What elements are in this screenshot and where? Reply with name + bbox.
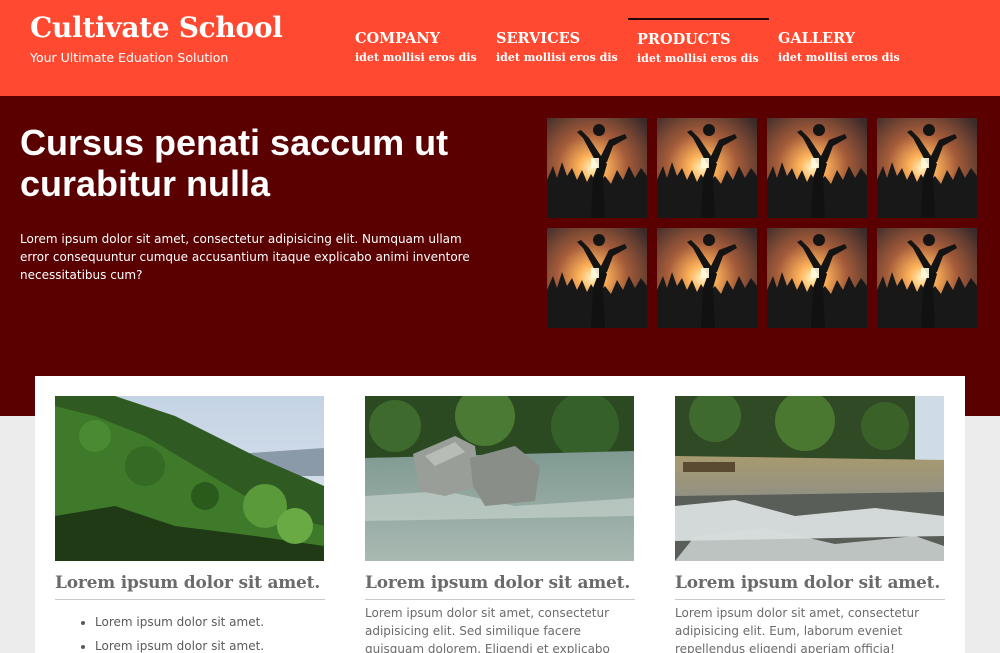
site-header: Cultivate School Your Ultimate Eduation … bbox=[0, 0, 1000, 96]
card-title: Lorem ipsum dolor sit amet. bbox=[675, 573, 945, 600]
card-image-river-rapids[interactable] bbox=[675, 396, 944, 561]
nav-item-company[interactable]: COMPANY idet mollisi eros dis bbox=[346, 18, 487, 78]
hero-banner: Cursus penati saccum ut curabitur nulla … bbox=[0, 96, 1000, 416]
nav-item-gallery[interactable]: GALLERY idet mollisi eros dis bbox=[769, 18, 910, 78]
hero-title: Cursus penati saccum ut curabitur nulla bbox=[20, 122, 449, 204]
list-item: Lorem ipsum dolor sit amet. bbox=[95, 610, 325, 634]
gallery-thumbnail[interactable] bbox=[547, 118, 647, 218]
main-nav: COMPANY idet mollisi eros dis SERVICES i… bbox=[346, 18, 910, 78]
brand[interactable]: Cultivate School Your Ultimate Eduation … bbox=[30, 12, 283, 66]
feature-card: Lorem ipsum dolor sit amet. Lorem ipsum … bbox=[675, 396, 945, 653]
nav-item-products[interactable]: PRODUCTS idet mollisi eros dis bbox=[628, 18, 769, 78]
gallery-thumbnail[interactable] bbox=[877, 118, 977, 218]
nav-label: SERVICES bbox=[496, 30, 581, 47]
nav-sublabel: idet mollisi eros dis bbox=[496, 51, 618, 64]
card-title: Lorem ipsum dolor sit amet. bbox=[55, 573, 325, 600]
card-list: Lorem ipsum dolor sit amet. Lorem ipsum … bbox=[95, 610, 325, 653]
card-text: Lorem ipsum dolor sit amet, consectetur … bbox=[365, 606, 610, 653]
card-image-hillside[interactable] bbox=[55, 396, 324, 561]
nav-label: GALLERY bbox=[778, 30, 856, 47]
gallery-thumbnail[interactable] bbox=[767, 228, 867, 328]
gallery-thumbnail[interactable] bbox=[767, 118, 867, 218]
gallery-grid bbox=[547, 118, 977, 328]
feature-card: Lorem ipsum dolor sit amet. Lorem ipsum … bbox=[55, 396, 325, 653]
content-panel: Lorem ipsum dolor sit amet. Lorem ipsum … bbox=[35, 376, 965, 653]
nav-sublabel: idet mollisi eros dis bbox=[355, 51, 477, 64]
nav-sublabel: idet mollisi eros dis bbox=[778, 51, 900, 64]
list-item: Lorem ipsum dolor sit amet. bbox=[95, 634, 325, 653]
nav-sublabel: idet mollisi eros dis bbox=[637, 52, 759, 65]
nav-label: COMPANY bbox=[355, 30, 440, 47]
gallery-thumbnail[interactable] bbox=[877, 228, 977, 328]
card-text: Lorem ipsum dolor sit amet, consectetur … bbox=[675, 606, 920, 653]
card-title: Lorem ipsum dolor sit amet. bbox=[365, 573, 635, 600]
nav-label: PRODUCTS bbox=[637, 31, 731, 48]
feature-card: Lorem ipsum dolor sit amet. Lorem ipsum … bbox=[365, 396, 635, 653]
gallery-thumbnail[interactable] bbox=[657, 118, 757, 218]
hero-text: Lorem ipsum dolor sit amet, consectetur … bbox=[20, 232, 470, 282]
gallery-thumbnail[interactable] bbox=[657, 228, 757, 328]
nav-item-services[interactable]: SERVICES idet mollisi eros dis bbox=[487, 18, 628, 78]
card-image-river-rocks[interactable] bbox=[365, 396, 634, 561]
brand-title[interactable]: Cultivate School bbox=[30, 12, 283, 44]
brand-tagline: Your Ultimate Eduation Solution bbox=[30, 50, 229, 65]
gallery-thumbnail[interactable] bbox=[547, 228, 647, 328]
